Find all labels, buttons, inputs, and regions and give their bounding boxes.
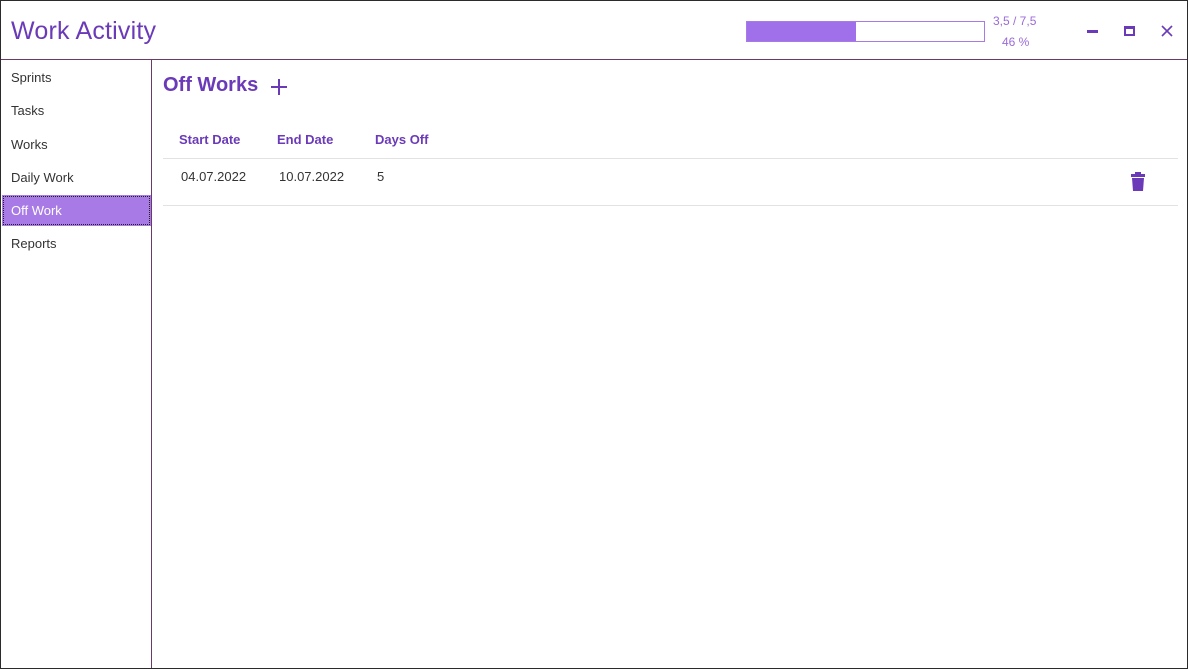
column-header-end-date[interactable]: End Date [277, 132, 333, 147]
app-title: Work Activity [11, 17, 157, 45]
sidebar-item-off-work[interactable]: Off Work [2, 195, 151, 226]
minimize-button[interactable] [1082, 20, 1104, 42]
sidebar-item-sprints[interactable]: Sprints [2, 62, 151, 93]
table-row-divider [163, 205, 1178, 206]
maximize-button[interactable] [1119, 20, 1141, 42]
table-header-divider [163, 158, 1178, 159]
progress-bar [746, 21, 985, 42]
column-header-days-off[interactable]: Days Off [375, 132, 428, 147]
sidebar-item-works[interactable]: Works [2, 129, 151, 160]
cell-start-date: 04.07.2022 [181, 169, 247, 184]
app-window: Work Activity 3,5 / 7,5 46 % Sprints Tas… [0, 0, 1188, 669]
sidebar-item-reports[interactable]: Reports [2, 228, 151, 259]
progress-bar-fill [747, 22, 857, 41]
main-content: Off Works Start Date End Date Days Off 0… [153, 61, 1187, 668]
title-bar: Work Activity 3,5 / 7,5 46 % [1, 1, 1187, 60]
trash-icon [1131, 172, 1145, 191]
maximize-icon [1124, 26, 1135, 36]
plus-icon-vertical [278, 79, 280, 95]
cell-days-off: 5 [377, 169, 385, 184]
close-button[interactable] [1156, 20, 1178, 42]
page-title: Off Works [163, 74, 259, 96]
cell-end-date: 10.07.2022 [279, 169, 345, 184]
close-icon [1161, 25, 1173, 37]
delete-row-button[interactable] [1129, 172, 1147, 192]
column-header-start-date[interactable]: Start Date [179, 132, 240, 147]
sidebar-item-tasks[interactable]: Tasks [2, 95, 151, 126]
sidebar-item-daily-work[interactable]: Daily Work [2, 162, 151, 193]
progress-ratio-text: 3,5 / 7,5 [993, 14, 1037, 28]
sidebar: Sprints Tasks Works Daily Work Off Work … [1, 60, 152, 668]
minimize-icon [1087, 30, 1098, 33]
progress-percent-text: 46 % [1002, 35, 1030, 49]
add-off-work-button[interactable] [269, 76, 291, 98]
